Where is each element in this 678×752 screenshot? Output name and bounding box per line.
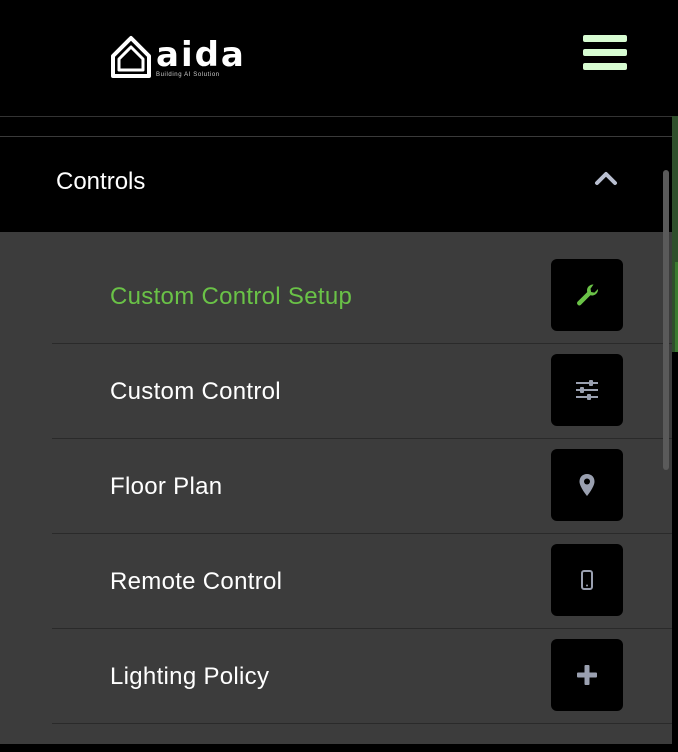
menu-item-floor-plan[interactable]: Floor Plan [52,439,672,534]
house-logo-icon [111,36,151,78]
brand-logo[interactable]: aida Building AI Solution [110,34,250,82]
controls-submenu: Custom Control Setup Custom Control Floo… [0,232,672,744]
menu-item-label: Custom Control [110,378,281,405]
header-divider [0,116,672,117]
scrollbar-thumb[interactable] [663,170,669,470]
icon-button[interactable] [551,449,623,521]
menu-item-custom-control-setup[interactable]: Custom Control Setup [52,249,672,344]
menu-item-lighting-policy[interactable]: Lighting Policy [52,629,672,724]
top-header: aida Building AI Solution [0,0,678,116]
plus-icon [577,665,597,685]
logo-wordmark: aida [156,35,246,75]
icon-button[interactable] [551,259,623,331]
app-page: aida Building AI Solution Controls Custo… [0,0,678,752]
wrench-icon [577,284,599,306]
controls-title: Controls [56,168,146,195]
hamburger-menu-icon[interactable] [583,35,627,71]
menu-divider [52,723,672,724]
map-pin-icon [579,474,595,496]
controls-section-toggle[interactable]: Controls [0,137,672,232]
icon-button[interactable] [551,354,623,426]
bottom-edge [0,744,678,752]
menu-item-custom-control[interactable]: Custom Control [52,344,672,439]
icon-button[interactable] [551,639,623,711]
mobile-phone-icon [581,570,593,590]
sliders-icon [576,380,598,400]
chevron-up-icon[interactable] [594,170,618,186]
icon-button[interactable] [551,544,623,616]
menu-item-label: Lighting Policy [110,663,270,690]
menu-item-label: Custom Control Setup [110,283,353,310]
menu-item-remote-control[interactable]: Remote Control [52,534,672,629]
menu-item-label: Remote Control [110,568,283,595]
menu-item-label: Floor Plan [110,473,223,500]
